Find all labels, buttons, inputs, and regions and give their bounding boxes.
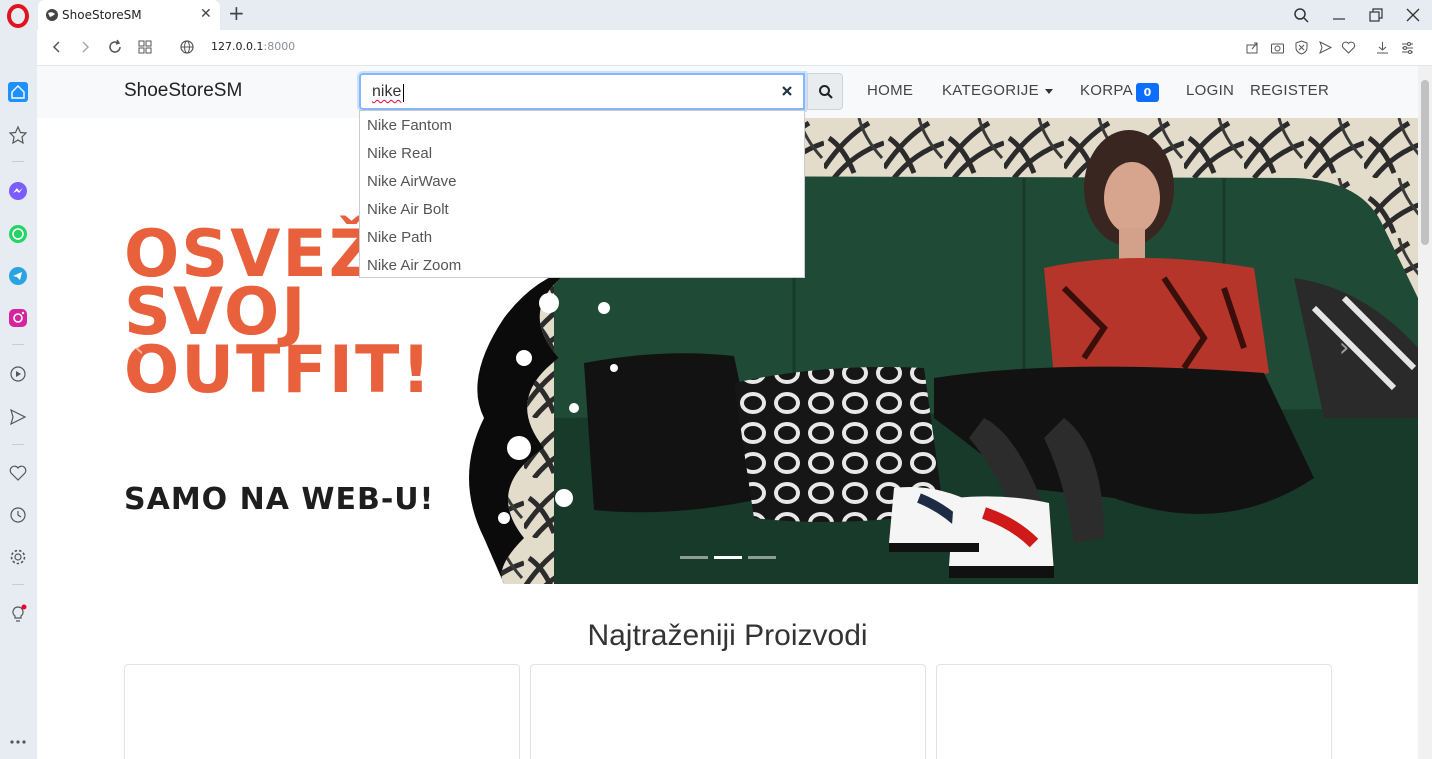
opera-logo-icon[interactable]: [6, 4, 30, 28]
product-card[interactable]: [530, 664, 926, 759]
scrollbar-thumb[interactable]: [1421, 80, 1429, 245]
send-icon[interactable]: [1318, 40, 1333, 55]
close-icon[interactable]: ✕: [200, 6, 212, 22]
hero-tagline: SAMO NA WEB-U!: [124, 482, 435, 517]
chevron-left-icon[interactable]: ‹: [134, 333, 144, 363]
instagram-icon[interactable]: [8, 308, 28, 328]
browser-tab[interactable]: ShoeStoreSM ✕: [38, 0, 220, 30]
sidebar-divider: [12, 344, 24, 345]
suggestion-item[interactable]: Nike Path: [367, 229, 432, 246]
close-icon[interactable]: [779, 83, 795, 99]
nav-categories-dropdown[interactable]: KATEGORIJE: [942, 82, 1039, 99]
search-suggestions-dropdown: Nike Fantom Nike Real Nike AirWave Nike …: [359, 110, 805, 278]
star-icon[interactable]: [8, 125, 28, 145]
suggestion-item[interactable]: Nike Air Bolt: [367, 201, 449, 218]
carousel-indicator-active[interactable]: [714, 556, 742, 559]
minimize-icon[interactable]: [1330, 6, 1348, 24]
suggestion-item[interactable]: Nike Fantom: [367, 117, 452, 134]
history-icon[interactable]: [8, 505, 28, 525]
search-icon: [819, 85, 833, 99]
reload-icon[interactable]: [107, 39, 123, 55]
globe-icon[interactable]: [179, 39, 195, 55]
product-card[interactable]: [936, 664, 1332, 759]
forward-icon[interactable]: [77, 39, 93, 55]
heart-icon[interactable]: [8, 463, 28, 483]
nav-register-link[interactable]: REGISTER: [1250, 82, 1329, 99]
product-card[interactable]: [124, 664, 520, 759]
share-icon[interactable]: [1245, 40, 1260, 55]
cart-count-badge: 0: [1136, 83, 1159, 102]
search-icon[interactable]: [1292, 6, 1310, 24]
tab-title: ShoeStoreSM: [62, 8, 142, 22]
messenger-icon[interactable]: [8, 181, 28, 201]
browser-tab-strip: ShoeStoreSM ✕ +: [0, 0, 1432, 30]
whatsapp-icon[interactable]: [8, 224, 28, 244]
opera-sidebar: [0, 30, 37, 759]
search-input-value: nike: [372, 83, 402, 100]
suggestion-item[interactable]: Nike AirWave: [367, 173, 456, 190]
page-viewport: ShoeStoreSM nike HOME KATEGORIJE KORPA 0…: [37, 66, 1432, 759]
section-title: Najtraženiji Proizvodi: [587, 619, 868, 652]
play-icon[interactable]: [8, 364, 28, 384]
nav-home-link[interactable]: HOME: [867, 82, 913, 99]
heart-icon[interactable]: [1341, 40, 1356, 55]
url-field[interactable]: 127.0.0.1:8000: [211, 40, 295, 53]
sidebar-divider: [12, 444, 24, 445]
shield-icon[interactable]: [1294, 40, 1309, 55]
search-input[interactable]: nike: [359, 73, 805, 110]
lightbulb-icon[interactable]: [8, 604, 28, 624]
download-icon[interactable]: [1375, 40, 1390, 55]
more-icon[interactable]: [8, 732, 28, 752]
hero-headline-line-3: OUTFIT!: [124, 333, 433, 408]
search-button[interactable]: [807, 73, 843, 110]
camera-icon[interactable]: [1270, 40, 1285, 55]
carousel-indicator[interactable]: [680, 556, 708, 559]
nav-cart-link[interactable]: KORPA: [1080, 82, 1133, 99]
suggestion-item[interactable]: Nike Air Zoom: [367, 257, 461, 274]
page-scrollbar[interactable]: [1418, 66, 1432, 759]
plus-icon[interactable]: +: [228, 2, 245, 24]
site-brand[interactable]: ShoeStoreSM: [124, 80, 242, 102]
text-caret: [403, 84, 404, 102]
telegram-icon[interactable]: [8, 266, 28, 286]
tabs-grid-icon[interactable]: [137, 39, 153, 55]
gear-icon[interactable]: [8, 547, 28, 567]
home-icon[interactable]: [8, 82, 28, 102]
caret-down-icon[interactable]: [1045, 89, 1053, 94]
close-window-icon[interactable]: [1404, 6, 1422, 24]
sidebar-divider: [12, 584, 24, 585]
nav-login-link[interactable]: LOGIN: [1186, 82, 1234, 99]
chevron-right-icon[interactable]: ›: [1339, 333, 1349, 363]
back-icon[interactable]: [49, 39, 65, 55]
restore-icon[interactable]: [1367, 6, 1385, 24]
settings-slider-icon[interactable]: [1400, 40, 1415, 55]
globe-icon: [46, 9, 58, 21]
address-bar: 127.0.0.1:8000: [37, 30, 1432, 66]
send-icon[interactable]: [8, 407, 28, 427]
sidebar-divider: [12, 161, 24, 162]
carousel-indicator[interactable]: [748, 556, 776, 559]
suggestion-item[interactable]: Nike Real: [367, 145, 432, 162]
